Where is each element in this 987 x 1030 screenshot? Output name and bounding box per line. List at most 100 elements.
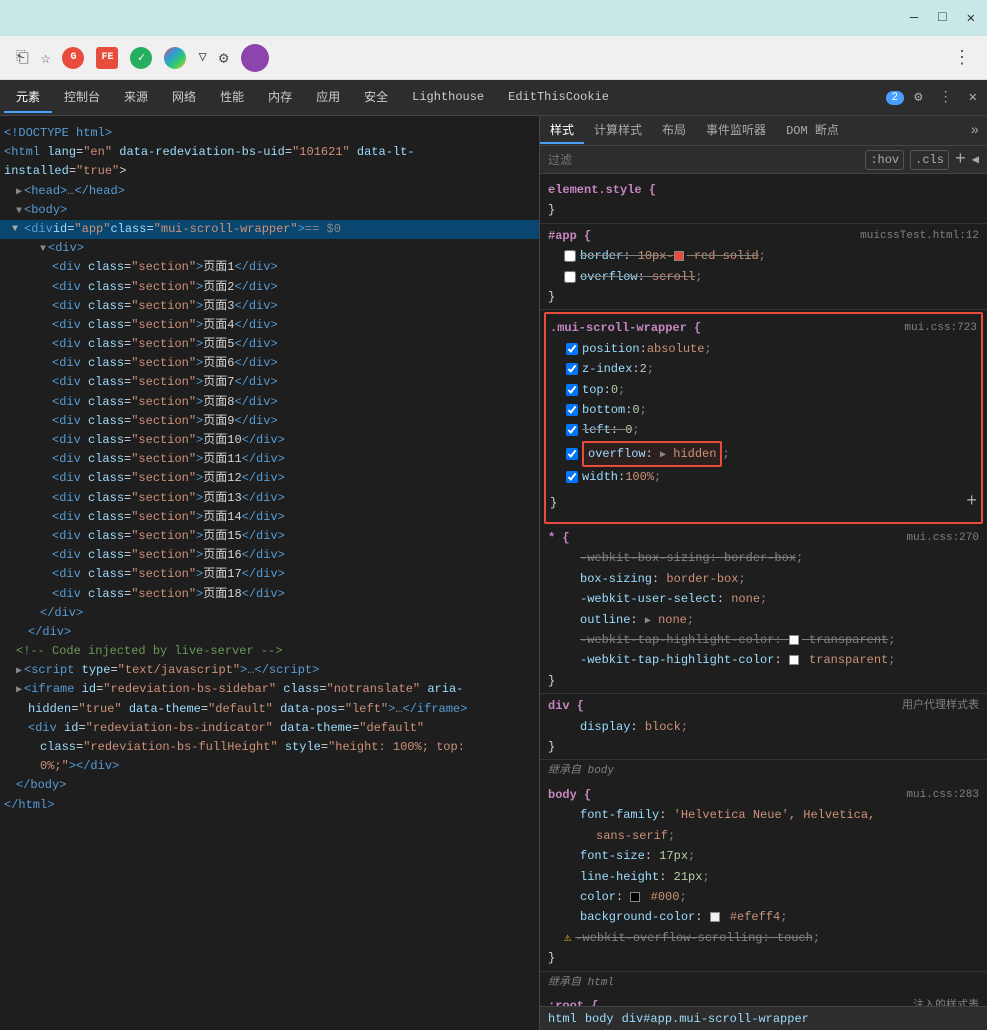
prop-user-select-val: -webkit-user-select: none	[564, 589, 760, 609]
prop-webkit-overflow: ⚠ -webkit-overflow-scrolling: touch;	[548, 928, 979, 948]
prop-top-checkbox[interactable]	[566, 384, 578, 396]
html-page7: <div class="section">页面7</div>	[4, 373, 535, 392]
css-close-app: }	[548, 287, 979, 307]
tab-editthiscookie[interactable]: EditThisCookie	[496, 84, 621, 112]
tab-computed[interactable]: 计算样式	[584, 117, 652, 144]
prop-overflow-scroll: overflow: scroll;	[548, 267, 979, 287]
prop-webkit-overflow-val: -webkit-overflow-scrolling: touch	[575, 928, 813, 948]
tab-security[interactable]: 安全	[352, 82, 400, 113]
fe-icon: FE	[96, 47, 118, 69]
html-line-div-open[interactable]: <div>	[4, 239, 535, 258]
add-property-button[interactable]: +	[955, 150, 966, 170]
html-page15: <div class="section">页面15</div>	[4, 527, 535, 546]
prop-width: width: 100%;	[550, 467, 977, 487]
html-line-app-selected[interactable]: <div id="app" class="mui-scroll-wrapper"…	[4, 220, 535, 239]
prop-position-checkbox[interactable]	[566, 343, 578, 355]
devtools-badge: 2	[886, 91, 905, 105]
prop-overflow-checkbox[interactable]	[564, 271, 576, 283]
tab-more-icon[interactable]: »	[963, 119, 987, 143]
maximize-button[interactable]: □	[938, 10, 946, 26]
share-icon[interactable]: ⎗	[16, 49, 29, 67]
prop-outline: outline: ▶ none;	[548, 610, 979, 630]
inheritance-label-body: 继承自 body	[540, 760, 987, 783]
html-line-body[interactable]: <body>	[4, 201, 535, 220]
css-source-div: 用户代理样式表	[902, 697, 979, 716]
prop-position-value: absolute	[647, 339, 705, 359]
prop-overflow-hidden-checkbox[interactable]	[566, 448, 578, 460]
puzzle-icon: ⚙	[219, 48, 229, 68]
google-icon: G	[62, 47, 84, 69]
prop-overflow-hidden-value: hidden	[673, 447, 716, 461]
tab-styles[interactable]: 样式	[540, 117, 584, 144]
prop-font-size: font-size: 17px;	[548, 846, 979, 866]
html-page13: <div class="section">页面13</div>	[4, 489, 535, 508]
devtools-more-icon[interactable]: ⋮	[933, 87, 959, 108]
devtools-body: <!DOCTYPE html> <html lang="en" data-red…	[0, 116, 987, 1030]
prop-font-size-val: font-size: 17px	[564, 846, 688, 866]
cls-button[interactable]: .cls	[910, 150, 949, 170]
prop-position: position: absolute;	[550, 339, 977, 359]
more-options-icon[interactable]: ⋮	[953, 47, 971, 69]
prop-overflow-name: overflow: scroll	[580, 267, 695, 287]
html-line-head[interactable]: <head>…</head>	[4, 182, 535, 201]
color-swatch-white1[interactable]	[789, 635, 799, 645]
devtools-panel: 元素 控制台 来源 网络 性能 内存 应用 安全 Lighthouse Edit…	[0, 80, 987, 1030]
minimize-button[interactable]: —	[910, 10, 918, 26]
tab-layout[interactable]: 布局	[652, 117, 696, 144]
prop-width-checkbox[interactable]	[566, 471, 578, 483]
html-close-div2: </div>	[4, 623, 535, 642]
styles-panel: 样式 计算样式 布局 事件监听器 DOM 断点 » :hov .cls + ◀	[540, 116, 987, 1030]
css-close-body: }	[548, 948, 979, 968]
prop-left-name: left: 0	[582, 420, 632, 440]
expand-panel-button[interactable]: ◀	[972, 152, 979, 167]
css-rule-div: div { 用户代理样式表 display: block; }	[540, 694, 987, 760]
prop-zindex-checkbox[interactable]	[566, 363, 578, 375]
color-swatch-red[interactable]	[674, 251, 684, 261]
tab-memory[interactable]: 内存	[256, 82, 304, 113]
html-page10: <div class="section">页面10</div>	[4, 431, 535, 450]
browser-chrome: ⎗ ☆ G FE ✓ ▽ ⚙ ⋮	[0, 36, 987, 80]
html-page11: <div class="section">页面11</div>	[4, 450, 535, 469]
tab-network[interactable]: 网络	[160, 82, 208, 113]
html-panel: <!DOCTYPE html> <html lang="en" data-red…	[0, 116, 540, 1030]
star-icon[interactable]: ☆	[41, 48, 51, 68]
filter-actions: :hov .cls + ◀	[865, 150, 979, 170]
tab-application[interactable]: 应用	[304, 82, 352, 113]
prop-left-checkbox[interactable]	[566, 424, 578, 436]
tab-lighthouse[interactable]: Lighthouse	[400, 84, 496, 112]
color-swatch-black[interactable]	[630, 892, 640, 902]
css-selector-app: #app {	[548, 226, 591, 246]
html-script[interactable]: <script type="text/javascript">…</script…	[4, 661, 535, 680]
close-button[interactable]: ✕	[967, 10, 975, 27]
tab-performance[interactable]: 性能	[208, 82, 256, 113]
html-iframe1[interactable]: <iframe id="redeviation-bs-sidebar" clas…	[4, 680, 535, 699]
styles-tabs: 样式 计算样式 布局 事件监听器 DOM 断点 »	[540, 116, 987, 146]
tab-sources[interactable]: 来源	[112, 82, 160, 113]
devtools-settings-icon[interactable]: ⚙	[908, 87, 928, 108]
prop-bottom-checkbox[interactable]	[566, 404, 578, 416]
prop-line-height-val: line-height: 21px	[564, 867, 702, 887]
breadcrumb-app[interactable]: div#app.mui-scroll-wrapper	[622, 1012, 809, 1026]
prop-font-family-cont: sans-serif;	[548, 826, 979, 846]
tab-dom-breakpoints[interactable]: DOM 断点	[776, 117, 849, 144]
color-swatch-bg[interactable]	[710, 912, 720, 922]
filter-input[interactable]	[548, 153, 857, 167]
devtools-close-icon[interactable]: ✕	[963, 87, 983, 108]
prop-border: border: 10px- red solid;	[548, 246, 979, 266]
prop-background-color: background-color: #efeff4;	[548, 907, 979, 927]
breadcrumb-html[interactable]: html	[548, 1012, 577, 1026]
prop-border-checkbox[interactable]	[564, 250, 576, 262]
overflow-highlight-box: overflow: ▶ hidden	[582, 441, 722, 467]
color-swatch-white2[interactable]	[789, 655, 799, 665]
breadcrumb-body[interactable]: body	[585, 1012, 614, 1026]
tab-elements[interactable]: 元素	[4, 82, 52, 113]
prop-overflow-hidden-name: overflow	[588, 447, 646, 461]
add-rule-button[interactable]: +	[966, 487, 977, 518]
css-source-app: muicssTest.html:12	[860, 227, 979, 246]
tab-console[interactable]: 控制台	[52, 82, 112, 113]
prop-webkit-tap1-val: -webkit-tap-highlight-color: transparent	[564, 630, 888, 650]
hov-button[interactable]: :hov	[865, 150, 904, 170]
html-div-redeviation2: class="redeviation-bs-fullHeight" style=…	[4, 738, 535, 757]
tab-event-listeners[interactable]: 事件监听器	[696, 117, 776, 144]
html-page5: <div class="section">页面5</div>	[4, 335, 535, 354]
